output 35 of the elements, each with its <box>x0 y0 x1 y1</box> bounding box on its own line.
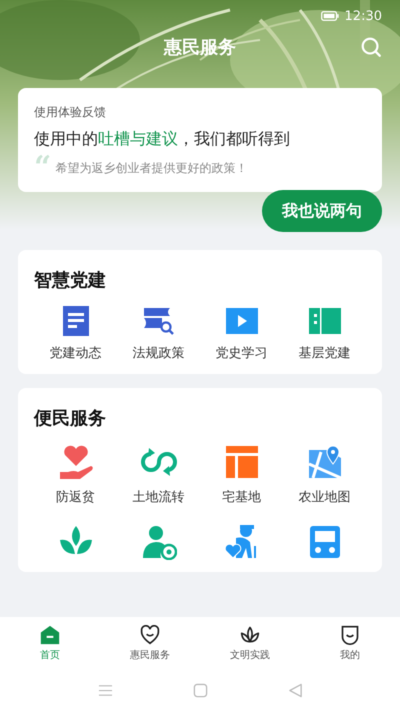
section-title: 智慧党建 <box>34 269 107 292</box>
layout-icon <box>224 444 260 480</box>
feedback-caption: 使用体验反馈 <box>34 104 107 121</box>
lotus-icon <box>240 624 260 644</box>
status-time: 12:30 <box>344 8 382 24</box>
smile-face-icon <box>340 624 360 644</box>
home-icon <box>40 624 60 644</box>
menu-icon[interactable] <box>98 682 112 698</box>
home-button-icon[interactable] <box>192 682 208 698</box>
heart-smile-icon <box>140 624 160 644</box>
battery-icon <box>320 11 339 21</box>
nav-tab[interactable]: 文明实践 <box>200 617 300 669</box>
feedback-headline: 使用中的吐槽与建议，我们都听得到 <box>34 129 291 150</box>
nav-tab[interactable]: 惠民服务 <box>100 617 200 669</box>
search-icon[interactable] <box>360 36 382 58</box>
heart-hand-icon <box>58 444 94 480</box>
back-icon[interactable] <box>288 682 302 698</box>
map-pin-icon <box>306 444 342 480</box>
section-title: 便民服务 <box>34 407 107 430</box>
feedback-quote: 希望为返乡创业者提供更好的政策！ <box>55 160 248 176</box>
comment-button[interactable]: 我也说两句 <box>262 190 382 232</box>
panel-icon <box>308 306 340 336</box>
nav-tab[interactable]: 首页 <box>0 617 100 669</box>
party-shortcut[interactable]: 党建动态 <box>34 306 117 362</box>
play-icon <box>226 306 258 336</box>
service-shortcut[interactable]: 宅基地 <box>200 444 283 506</box>
party-shortcut[interactable]: 党史学习 <box>200 306 283 362</box>
party-shortcut[interactable]: 法规政策 <box>117 306 200 362</box>
service-shortcut[interactable]: 农业地图 <box>283 444 366 506</box>
service-shortcut[interactable]: 土地流转 <box>117 444 200 506</box>
nav-tab[interactable]: 我的 <box>300 617 400 669</box>
party-shortcut[interactable]: 基层党建 <box>283 306 366 362</box>
service-shortcut[interactable]: 防返贫 <box>34 444 117 506</box>
person-icon <box>140 524 176 560</box>
book-search-icon <box>142 306 174 336</box>
